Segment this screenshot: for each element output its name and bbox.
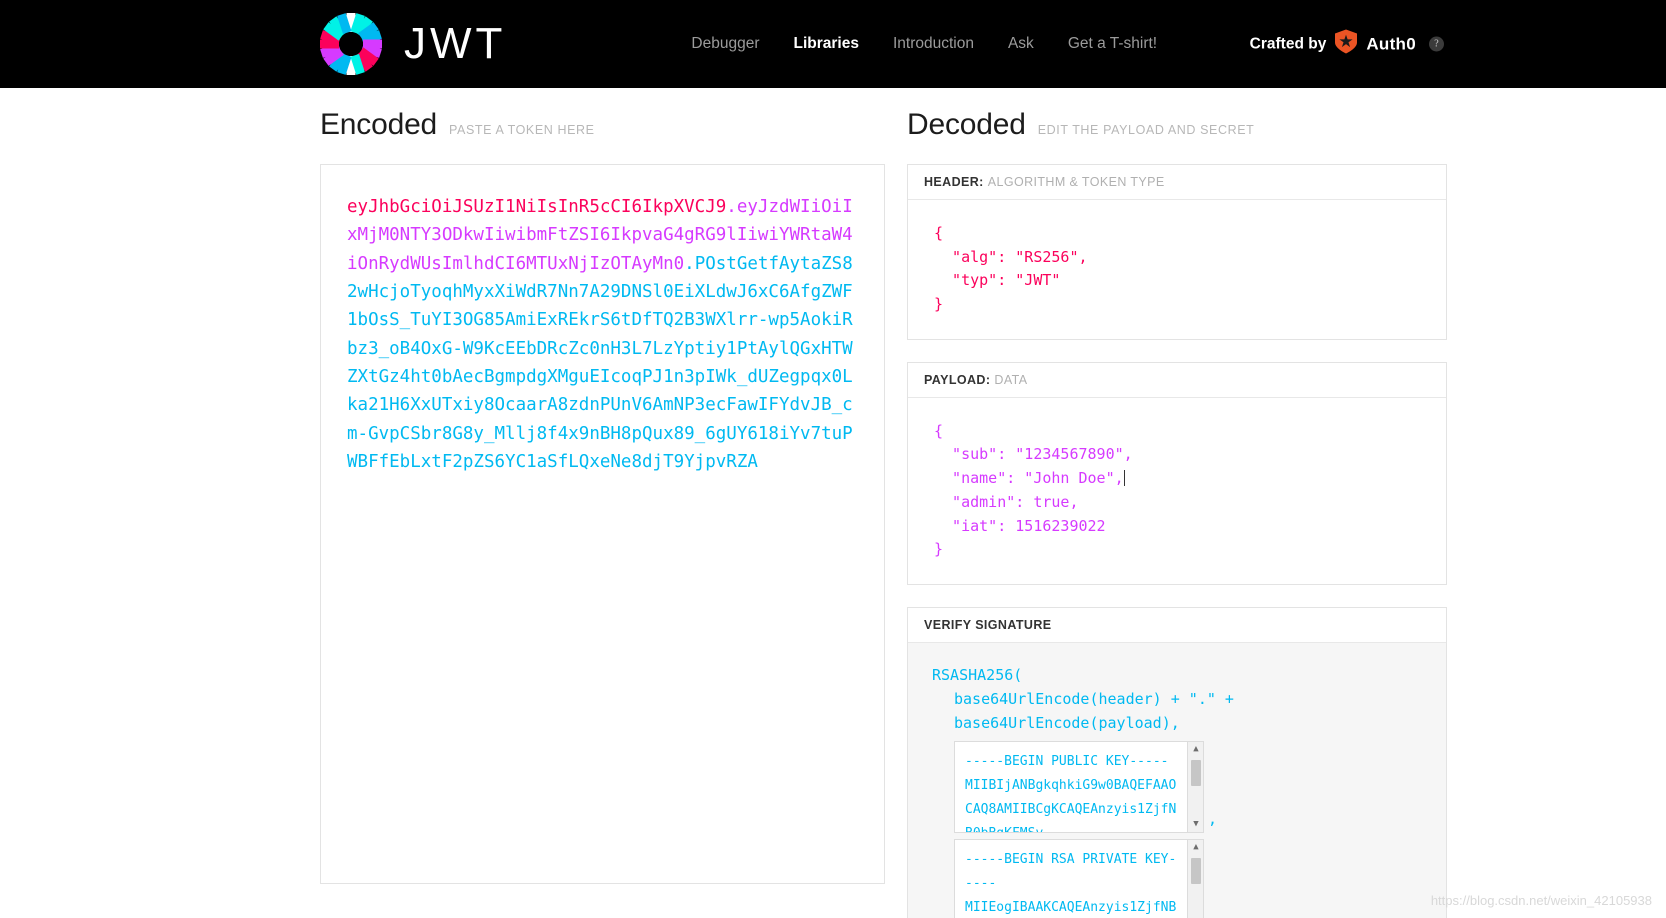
scrollbar-thumb[interactable]	[1191, 759, 1201, 786]
decoded-payload-json[interactable]: { "sub": "1234567890", "name": "John Doe…	[908, 398, 1446, 584]
encoded-hint: PASTE A TOKEN HERE	[449, 123, 595, 137]
decoded-header: Decoded EDIT THE PAYLOAD AND SECRET	[907, 108, 1447, 142]
decoded-payload-sublabel: DATA	[994, 372, 1028, 387]
verify-signature-label-row: VERIFY SIGNATURE	[908, 608, 1446, 643]
question-mark-icon[interactable]: ?	[1429, 36, 1444, 52]
scroll-up-arrow-icon[interactable]: ▲	[1188, 742, 1203, 757]
scroll-up-arrow-icon[interactable]: ▲	[1188, 840, 1203, 855]
private-key-text: -----BEGIN RSA PRIVATE KEY----- MIIEogIB…	[965, 851, 1177, 915]
crafted-by-label: Crafted by	[1249, 35, 1327, 52]
nav-item-ask[interactable]: Ask	[1008, 35, 1034, 53]
sig-line-header-encode: base64UrlEncode(header) + "." +	[954, 689, 1234, 708]
text-cursor	[1123, 470, 1125, 487]
decoded-payload-panel: PAYLOAD: DATA { "sub": "1234567890", "nam…	[907, 361, 1447, 585]
payload-json-part1: { "sub": "1234567890", "name": "John Doe…	[934, 421, 1133, 488]
brand-wordmark: JWT	[404, 19, 507, 68]
nav-item-libraries[interactable]: Libraries	[793, 35, 858, 53]
nav-item-debugger[interactable]: Debugger	[691, 35, 759, 53]
verify-signature-label: VERIFY SIGNATURE	[924, 617, 1052, 632]
sig-line-rsasha256: RSASHA256(	[932, 665, 1023, 684]
brand-logo-area[interactable]: JWT	[320, 13, 506, 75]
encoded-header: Encoded PASTE A TOKEN HERE	[320, 108, 885, 142]
private-key-scrollbar[interactable]: ▲ ▼	[1187, 839, 1203, 918]
decoded-header-label-row: HEADER: ALGORITHM & TOKEN TYPE	[908, 165, 1446, 200]
jwt-starburst-logo-icon	[320, 13, 382, 75]
encoded-title: Encoded	[320, 108, 438, 141]
decoded-title: Decoded	[907, 108, 1026, 141]
encoded-column: Encoded PASTE A TOKEN HERE eyJhbGciOiJSU…	[320, 108, 885, 918]
nav-item-get-a-tshirt[interactable]: Get a T-shirt!	[1068, 35, 1157, 53]
main-nav: Debugger Libraries Introduction Ask Get …	[691, 35, 1157, 53]
crafted-by-auth0[interactable]: Crafted by Auth0 ?	[1249, 29, 1444, 59]
public-key-scrollbar[interactable]: ▲ ▼	[1187, 741, 1203, 832]
decoded-header-panel: HEADER: ALGORITHM & TOKEN TYPE { "alg": "…	[907, 164, 1447, 340]
scrollbar-thumb[interactable]	[1191, 857, 1201, 884]
decoded-header-sublabel: ALGORITHM & TOKEN TYPE	[987, 175, 1165, 189]
public-key-trailing-comma: ,	[1208, 809, 1218, 828]
token-header-segment: eyJhbGciOiJSUzI1NiIsInR5cCI6IkpXVCJ9	[347, 197, 727, 217]
public-key-text: -----BEGIN PUBLIC KEY----- MIIBIjANBgkqh…	[965, 753, 1177, 832]
nav-item-introduction[interactable]: Introduction	[893, 35, 974, 53]
decoded-column: Decoded EDIT THE PAYLOAD AND SECRET HEAD…	[907, 108, 1447, 918]
verify-signature-panel: VERIFY SIGNATURE RSASHA256( base64UrlEnc…	[907, 606, 1447, 918]
encoded-token-input[interactable]: eyJhbGciOiJSUzI1NiIsInR5cCI6IkpXVCJ9.eyJ…	[320, 164, 885, 884]
auth0-label: Auth0	[1366, 34, 1416, 53]
decoded-hint: EDIT THE PAYLOAD AND SECRET	[1037, 123, 1255, 137]
decoded-header-json[interactable]: { "alg": "RS256", "typ": "JWT" }	[908, 200, 1446, 339]
token-dot-1: .	[726, 197, 737, 217]
signature-algorithm-body: RSASHA256( base64UrlEncode(header) + "."…	[908, 642, 1446, 918]
top-navigation-bar: JWT Debugger Libraries Introduction Ask …	[0, 0, 1666, 88]
scroll-down-arrow-icon[interactable]: ▼	[1188, 817, 1203, 832]
payload-json-part2: "admin": true, "iat": 1516239022 }	[934, 492, 1106, 559]
private-key-input[interactable]: -----BEGIN RSA PRIVATE KEY----- MIIEogIB…	[954, 838, 1204, 918]
token-signature-segment: POstGetfAytaZS82wHcjoTyoqhMyxXiWdR7Nn7A2…	[347, 253, 853, 473]
content-panels: Encoded PASTE A TOKEN HERE eyJhbGciOiJSU…	[0, 88, 1666, 918]
jwt-token-text[interactable]: eyJhbGciOiJSUzI1NiIsInR5cCI6IkpXVCJ9.eyJ…	[347, 193, 862, 476]
sig-line-payload-encode: base64UrlEncode(payload),	[954, 713, 1180, 732]
auth0-shield-icon	[1335, 29, 1358, 59]
decoded-payload-label-row: PAYLOAD: DATA	[908, 363, 1446, 398]
decoded-payload-label: PAYLOAD:	[924, 372, 991, 387]
public-key-input[interactable]: -----BEGIN PUBLIC KEY----- MIIBIjANBgkqh…	[954, 740, 1204, 833]
token-dot-2: .	[684, 253, 695, 274]
watermark-text: https://blog.csdn.net/weixin_42105938	[1430, 893, 1652, 908]
decoded-header-label: HEADER:	[924, 175, 984, 189]
